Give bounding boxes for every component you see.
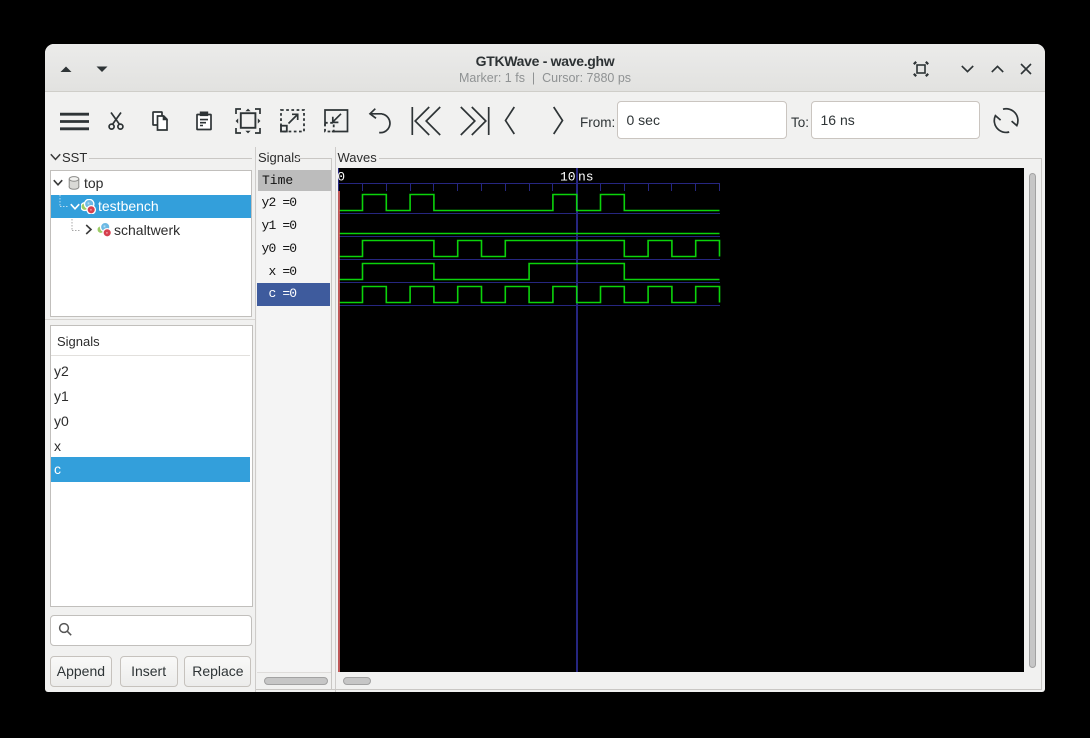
svg-text:ns: ns bbox=[578, 169, 594, 184]
svg-text:0: 0 bbox=[338, 169, 345, 184]
svg-text:10: 10 bbox=[560, 169, 576, 184]
